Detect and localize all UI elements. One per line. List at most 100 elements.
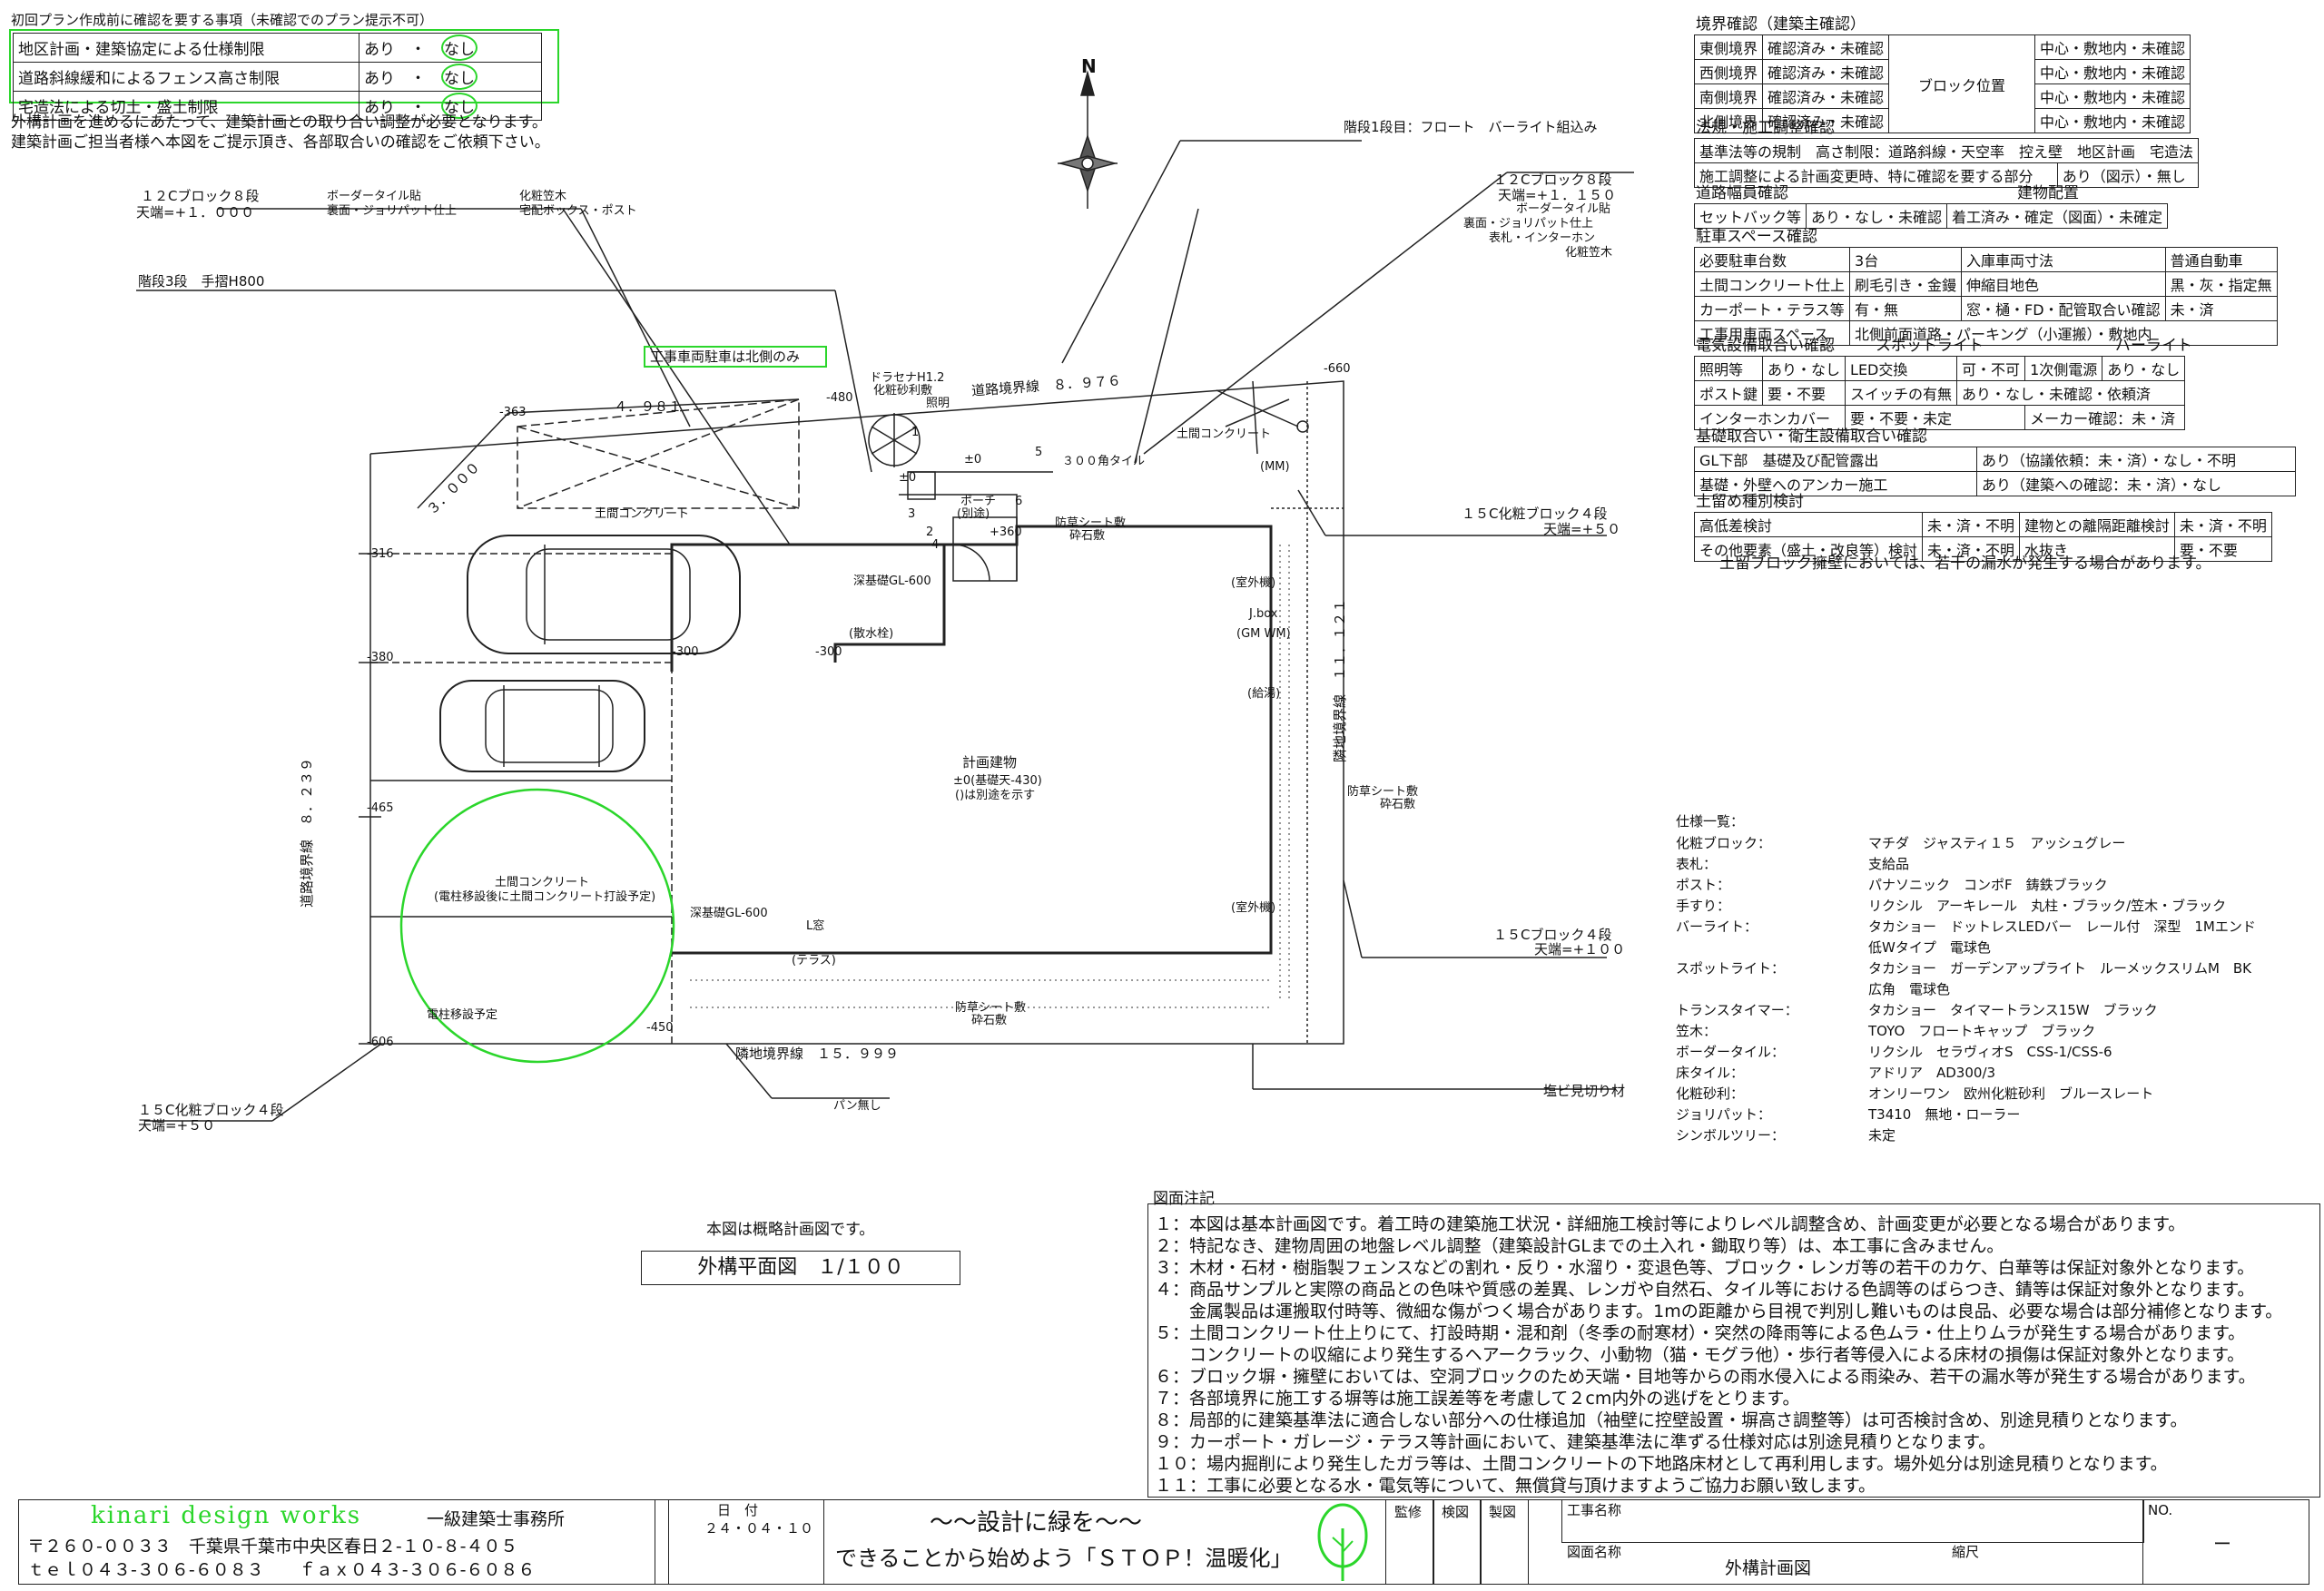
porch2-label: (別途) [957, 507, 990, 521]
deep-gl2-label: 深基礎GL-600 [690, 907, 768, 920]
phone-fax: ｔｅｌ０４３-３０６-６０８３ ｆａｘ０４３-３０６-６０８６ [27, 1560, 536, 1580]
mm-label: (MM) [1260, 460, 1290, 474]
road-left-label: 道路境界線 ８．２３９ [299, 757, 315, 908]
gm-label: (GM WM) [1236, 627, 1291, 641]
hotwater-label: (給湯) [1247, 687, 1281, 701]
pan-label: パン無し [833, 1099, 881, 1113]
top50-l-label: 天端=+５０ [138, 1117, 216, 1134]
project-cell [1561, 1499, 2144, 1543]
address: 〒２６０-００３３ 千葉県千葉市中央区春日２-１０-８-４０５ [27, 1537, 518, 1557]
level-450: -450 [646, 1021, 674, 1035]
site-boundary [369, 380, 1344, 1045]
drain-label: (散水栓) [849, 627, 894, 641]
top-right-label: 天端=+１．１５０ [1498, 187, 1617, 203]
level-pm0b: ±0 [899, 471, 917, 485]
date-value: ２４・０４・１０ [704, 1520, 814, 1537]
slogan-1: ～～設計に緑を～～ [930, 1509, 1143, 1537]
gravel3-label: 砕石敷 [971, 1014, 1008, 1027]
note-line: １：本図は基本計画図です。着工時の建築施工状況・詳細施工検討等によりレベル調整含… [1155, 1214, 2186, 1234]
drawing-caption: 外構平面図 １/１００ [697, 1256, 904, 1279]
level-480: -480 [826, 391, 853, 405]
cap-r-label: 化粧笠木 [1565, 246, 1613, 260]
outdoor2-label: (室外機) [1231, 901, 1276, 915]
marker-3: 3 [908, 507, 916, 521]
stairs-label: 階段3段 手摺H800 [138, 273, 265, 290]
level-465: -465 [367, 801, 394, 815]
note-line: ９：カーポート・ガレージ・テラス等計画において、建築基準法に準ずる仕様対応は別途… [1155, 1432, 1996, 1452]
border-tile-r-label: ボーダータイル貼 [1516, 202, 1611, 216]
number-label: NO. [2148, 1502, 2173, 1518]
truck-note: 工事車両駐車は北側のみ [650, 349, 801, 365]
terrace-label: (テラス) [792, 954, 836, 967]
north-label: N [1081, 55, 1097, 77]
north-arrow-icon [1058, 70, 1118, 209]
block15-l-label: １５C化粧ブロック４段 [138, 1102, 284, 1118]
level-300b: -300 [815, 645, 842, 659]
tree-icon [868, 413, 921, 467]
note-line: ２：特記なき、建物周囲の地盤レベル調整（建築設計GLまでの土入れ・鋤取り等）は、… [1155, 1236, 2004, 1256]
conc-left-label: 土間コンクリート [595, 507, 690, 521]
note-line: ４：商品サンプルと実際の商品との色味や質感の差異、レンガや自然石、タイル等におけ… [1155, 1280, 2255, 1300]
drawing-caption-box: 外構平面図 １/１００ [641, 1251, 960, 1285]
block15-r-label: １５C化粧ブロック４段 [1462, 506, 1608, 522]
outdoor1-label: (室外機) [1231, 576, 1276, 590]
building-outline [670, 525, 1273, 955]
note-line: ５：土間コンクリート仕上りにて、打設時期・混和剤（冬季の耐寒材）・突然の降雨等に… [1155, 1323, 2246, 1343]
building-level: ±0(基礎天-430) [953, 774, 1042, 788]
number-value: ー [2213, 1533, 2231, 1555]
note-line: ８：局部的に建築基準法に適合しない部分への仕様追加（袖壁に控壁設置・塀高さ調整等… [1155, 1410, 2188, 1430]
slogan-2: できることから始めよう「ＳＴＯＰ！温暖化」 [835, 1546, 1293, 1571]
level-300a: -300 [672, 645, 699, 659]
conc-circle-label: 土間コンクリート [495, 876, 590, 889]
cap-label: 化粧笠木 [519, 190, 567, 203]
conc-top-label: 土間コンクリート [1177, 427, 1272, 441]
marker-4: 4 [931, 538, 940, 552]
conc-circle-note: (電柱移設後に土間コンクリート打設予定) [434, 890, 656, 904]
company-name: kinari design works [91, 1502, 362, 1529]
plant-icon [1216, 380, 1309, 455]
deep-gl-label: 深基礎GL-600 [853, 575, 931, 588]
pole-label: 電柱移設予定 [427, 1008, 498, 1022]
project-label: 工事名称 [1567, 1502, 1622, 1518]
drawing-name: 外構計画図 [1725, 1558, 1812, 1578]
border-tile2-label: 裏面・ジョリパット仕上 [327, 204, 458, 218]
marker-5: 5 [1035, 446, 1043, 459]
lwin-label: L窓 [806, 919, 825, 933]
light-label: 照明 [926, 397, 950, 410]
note-line: コンクリートの収縮により発生するヘアークラック、小動物（猫・モグラ他）・歩行者等… [1155, 1345, 2245, 1365]
level-pm0a: ±0 [964, 453, 982, 466]
step1-label: 階段1段目：フロート バーライト組込み [1344, 119, 1598, 135]
block8-left-label: １２Cブロック８段 [141, 188, 260, 204]
note-line: １０：場内掘削により発生したガラ等は、土間コンクリートの下地路床材として再利用し… [1155, 1454, 2168, 1474]
top100-label: 天端=+１００ [1534, 941, 1626, 958]
date-label: 日 付 [717, 1502, 759, 1518]
level-363: -363 [499, 406, 527, 419]
top50-r-label: 天端=+５０ [1543, 521, 1621, 537]
marker-1: 1 [911, 426, 920, 439]
intercom-label: 表札・インターホン [1489, 231, 1596, 245]
pvc-label: 塩ビ見切り材 [1543, 1083, 1626, 1099]
tile300-label: ３００角タイル [1062, 455, 1146, 468]
office-type: 一級建築士事務所 [427, 1509, 566, 1529]
kennin-label: 検図 [1442, 1504, 1470, 1520]
level-316: -316 [367, 547, 394, 561]
tree-logo-icon [1317, 1503, 1368, 1581]
caption-note: 本図は概略計画図です。 [706, 1221, 875, 1239]
jbox-label: J.box [1249, 607, 1278, 621]
level-360: +360 [990, 525, 1022, 539]
note-line: 金属製品は運搬取付時等、微細な傷がつく場合があります。1mの距離から目視で判別し… [1155, 1301, 2283, 1321]
drawing-name-label: 図面名称 [1567, 1544, 1622, 1560]
level-606: -606 [367, 1036, 394, 1049]
car-2-icon [439, 680, 645, 772]
cap2-label: 宅配ボックス・ポスト [519, 204, 637, 218]
gravel-label: 化粧砂利敷 [873, 384, 933, 398]
gravel2-label: 砕石敷 [1380, 798, 1416, 811]
road-right-label: 隣地境界線 １１．１２１ [1332, 598, 1348, 762]
kanshu-label: 監修 [1394, 1504, 1423, 1520]
jolly-r-label: 裏面・ジョリパット仕上 [1463, 217, 1594, 231]
top-left-label: 天端=+１．０００ [136, 204, 255, 221]
note-line: １１：工事に必要となる水・電気等について、無償貸与頂けますようご協力お願い致しま… [1155, 1476, 1876, 1496]
building-label: 計画建物 [962, 754, 1018, 771]
seizu-label: 製図 [1489, 1504, 1517, 1520]
neighbor-label: 隣地境界線 １５．９９９ [735, 1046, 900, 1062]
